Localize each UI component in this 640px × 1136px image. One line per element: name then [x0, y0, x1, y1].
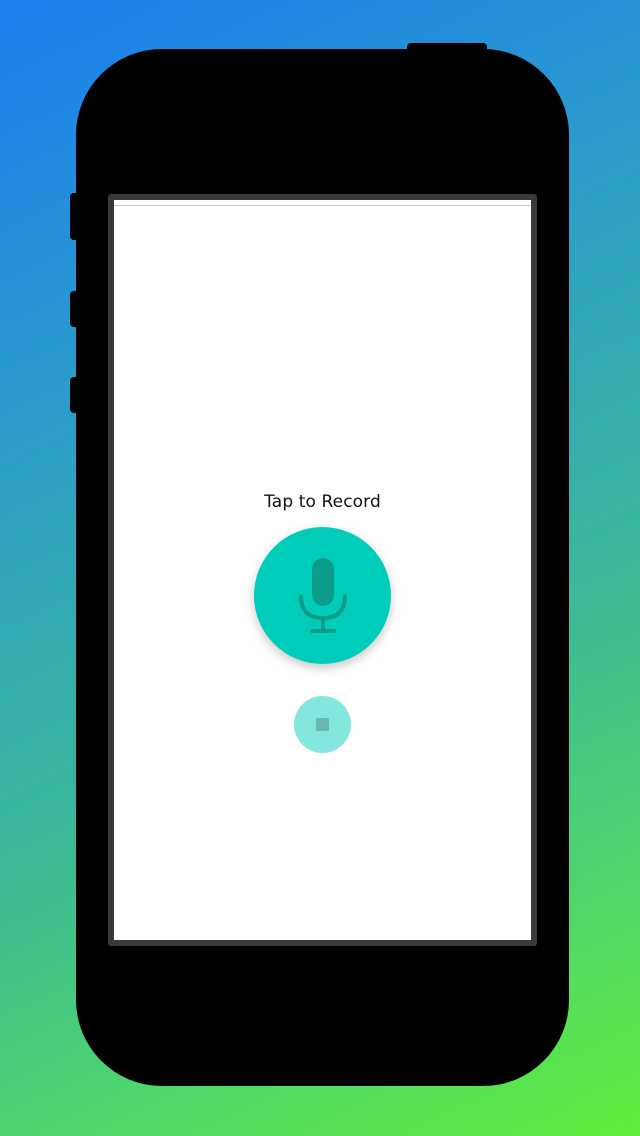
record-prompt-label: Tap to Record: [264, 492, 381, 512]
status-bar-divider: [114, 205, 531, 206]
record-button[interactable]: [254, 527, 391, 664]
stop-icon: [316, 718, 329, 731]
app-screen: Tap to Record: [114, 200, 531, 940]
stop-button[interactable]: [294, 696, 351, 753]
microphone-icon: [298, 557, 347, 633]
